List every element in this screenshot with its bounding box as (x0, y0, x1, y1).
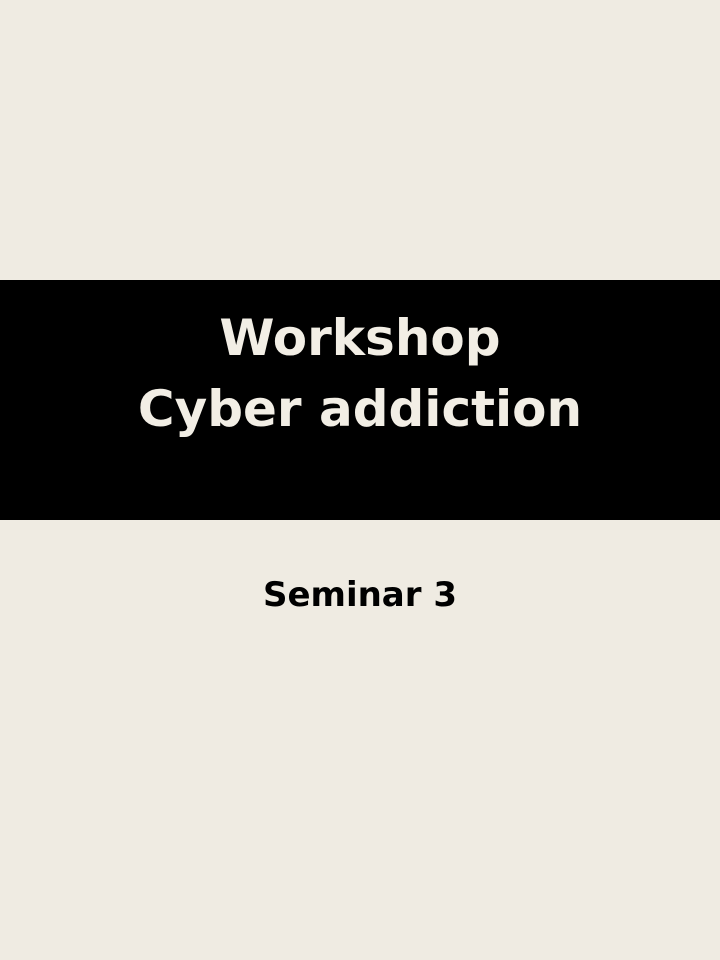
title-line-cyber-addiction: Cyber addiction (137, 380, 583, 438)
slide: Workshop Cyber addiction Seminar 3 (0, 0, 720, 960)
subtitle: Seminar 3 (262, 575, 458, 615)
title-band: Workshop Cyber addiction (0, 280, 720, 520)
title-line-workshop: Workshop (219, 309, 501, 367)
